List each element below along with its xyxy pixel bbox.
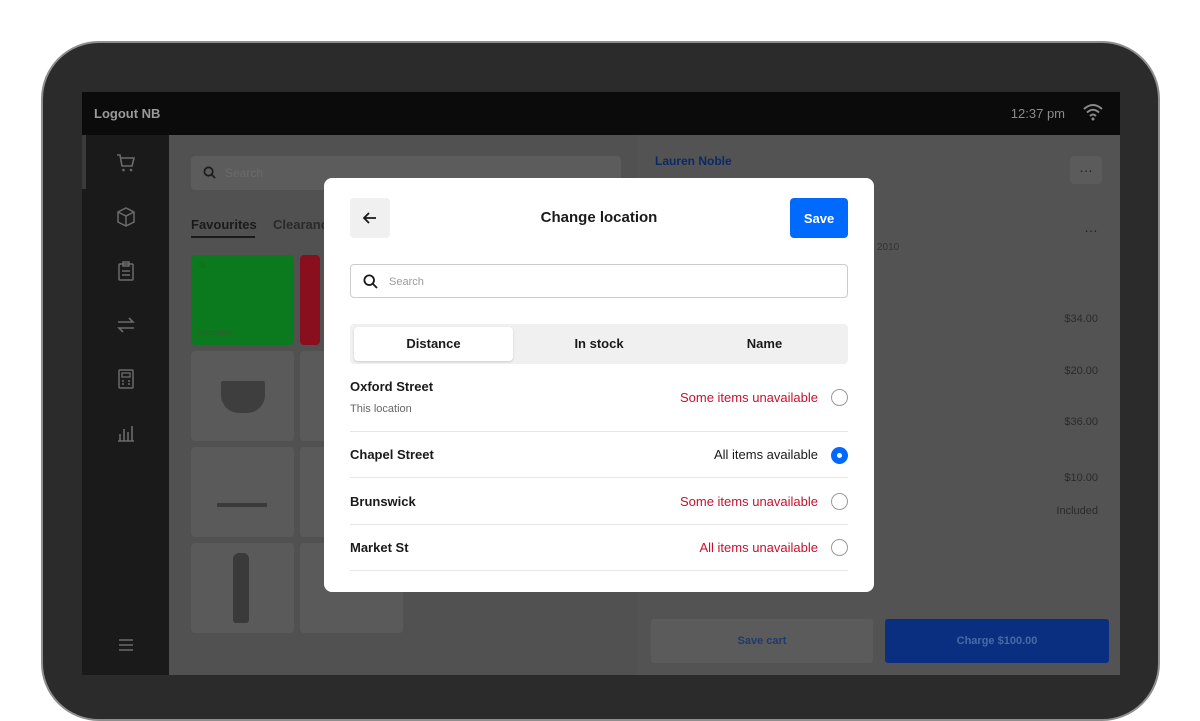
transfer-icon[interactable] [116,315,136,335]
more-icon[interactable]: … [1084,219,1098,235]
availability-status: Some items unavailable [679,390,818,405]
customer-name[interactable]: Lauren Noble [655,154,732,168]
product-image [217,503,267,507]
location-row-market-st[interactable]: Market St All items unavailable [350,525,848,571]
calculator-icon[interactable] [116,369,136,389]
menu-icon[interactable] [116,635,136,655]
tile-bowl-set[interactable] [191,351,294,441]
location-name: Market St [350,540,409,555]
location-radio[interactable] [831,493,848,510]
percent-icon: % [199,261,207,270]
product-image [221,381,265,413]
wifi-icon [1083,104,1103,121]
save-button[interactable]: Save [790,198,848,238]
sidebar [82,135,169,675]
tile-drinking-glass-set[interactable] [191,447,294,537]
availability-status: All items unavailable [699,540,818,555]
location-radio[interactable] [831,447,848,464]
charge-button[interactable]: Charge $100.00 [885,619,1109,663]
tile-tall-ceramic-bottle[interactable] [191,543,294,633]
tab-underline [191,236,255,238]
tab-favourites[interactable]: Favourites [191,217,257,232]
sort-name[interactable]: Name [685,327,844,361]
more-icon[interactable]: … [1070,156,1102,184]
location-row-brunswick[interactable]: Brunswick Some items unavailable [350,478,848,525]
location-name: Oxford Street [350,379,434,394]
clipboard-icon[interactable] [116,261,136,281]
line-price: $34.00 [1064,313,1098,325]
availability-status: Some items unavailable [679,494,818,509]
box-icon[interactable] [116,207,136,227]
location-name: Brunswick [350,494,416,509]
sort-distance[interactable]: Distance [354,327,513,361]
cart-meta: 2010 [877,242,900,253]
location-row-chapel-street[interactable]: Chapel Street All items available [350,432,848,478]
top-bar: Logout NB 12:37 pm [82,92,1120,135]
location-radio[interactable] [831,389,848,406]
cart-icon[interactable] [116,153,136,173]
tile-custom[interactable] [300,255,320,345]
search-icon [203,166,216,179]
line-price: $36.00 [1064,416,1098,428]
sort-segmented-control: Distance In stock Name [350,324,848,364]
availability-status: All items available [713,447,818,462]
change-location-dialog: Change location Save Distance In stock N… [324,178,874,592]
line-price: $10.00 [1064,472,1098,484]
save-cart-button[interactable]: Save cart [651,619,873,663]
location-subtitle: This location [350,403,412,415]
sidebar-active-indicator [82,135,86,189]
logout-button[interactable]: Logout NB [94,106,160,121]
location-row-oxford-street[interactable]: Oxford Street This location Some items u… [350,374,848,432]
product-image [233,553,249,623]
search-icon [363,274,378,289]
bar-chart-icon[interactable] [116,423,136,443]
location-search[interactable] [350,264,848,298]
clock: 12:37 pm [1010,106,1065,121]
tile-discounts[interactable]: % Discounts [191,255,294,345]
line-price: Included [1056,505,1098,517]
location-name: Chapel Street [350,447,434,462]
sort-in-stock[interactable]: In stock [520,327,678,361]
library-search-placeholder: Search [225,166,264,180]
location-radio[interactable] [831,539,848,556]
line-price: $20.00 [1064,365,1098,377]
location-search-input[interactable] [389,272,829,292]
